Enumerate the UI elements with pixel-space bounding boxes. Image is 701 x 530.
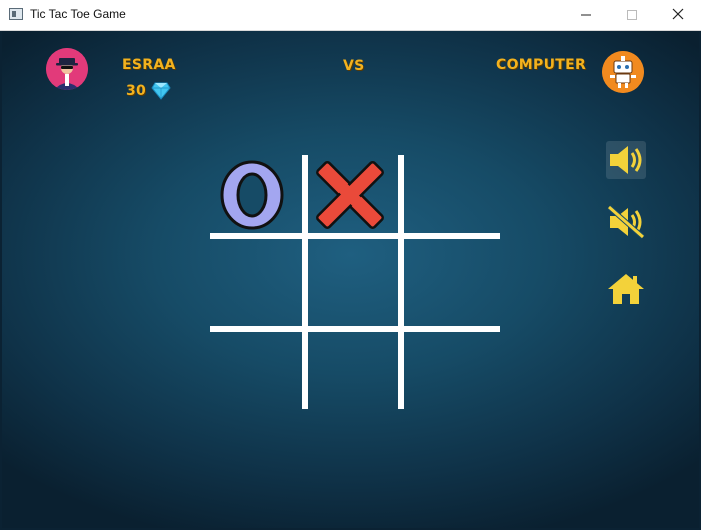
board-cell-8[interactable] <box>308 332 400 412</box>
player-avatar <box>46 48 88 90</box>
board-cell-7[interactable] <box>210 332 302 412</box>
window-title: Tic Tac Toe Game <box>30 7 126 21</box>
player-name: ESRAA <box>122 57 176 73</box>
maximize-button[interactable] <box>609 0 655 30</box>
computer-name: COMPUTER <box>496 57 587 73</box>
title-bar: Tic Tac Toe Game <box>0 0 701 31</box>
board-cell-4[interactable] <box>210 239 302 319</box>
o-mark <box>220 160 284 230</box>
board-cell-1[interactable] <box>210 155 302 235</box>
sound-on-button[interactable] <box>606 141 646 179</box>
game-board <box>210 155 500 409</box>
x-mark <box>316 161 384 229</box>
maximize-icon <box>627 10 637 20</box>
board-cell-5[interactable] <box>308 239 400 319</box>
speaker-mute-icon <box>607 205 645 239</box>
board-cell-2[interactable] <box>308 155 400 235</box>
game-area: ESRAA 30 VS COMPUTER <box>2 31 699 528</box>
board-cell-9[interactable] <box>404 332 496 412</box>
board-cell-3[interactable] <box>404 155 496 235</box>
sound-off-button[interactable] <box>606 203 646 241</box>
minimize-icon <box>581 14 591 16</box>
home-button[interactable] <box>606 271 646 307</box>
minimize-button[interactable] <box>563 0 609 30</box>
close-icon <box>672 8 684 20</box>
player-score: 30 <box>126 83 147 99</box>
home-icon <box>608 274 644 304</box>
app-window: Tic Tac Toe Game ESRAA 30 VS COMPUTER <box>0 0 701 530</box>
close-button[interactable] <box>655 0 701 30</box>
board-cell-6[interactable] <box>404 239 496 319</box>
diamond-icon <box>151 82 171 100</box>
speaker-on-icon <box>610 146 642 174</box>
robot-avatar <box>602 51 644 93</box>
vs-label: VS <box>343 58 365 74</box>
app-window-icon <box>9 8 23 20</box>
